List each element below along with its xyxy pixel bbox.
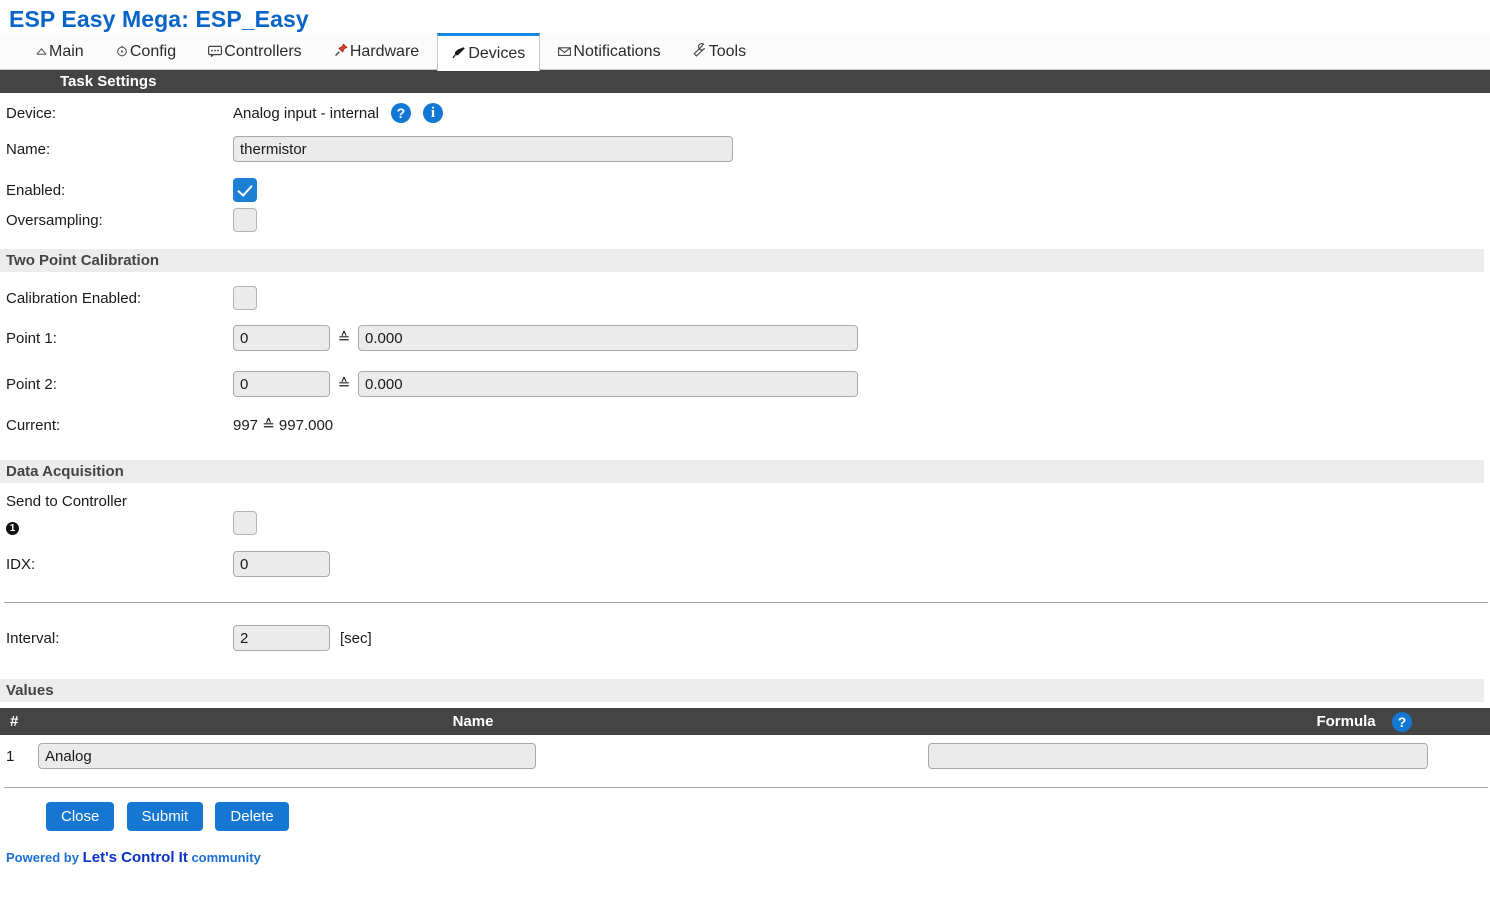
value-name-input[interactable]	[38, 743, 536, 769]
plug-icon	[452, 37, 466, 73]
name-input[interactable]	[233, 136, 733, 162]
point2-label: Point 2:	[6, 375, 57, 393]
two-point-calibration-header: Two Point Calibration	[0, 249, 1484, 272]
chat-bubble-icon	[208, 34, 223, 71]
interval-unit: [sec]	[340, 629, 372, 647]
controller-index-badge: 1	[6, 522, 19, 535]
current-value: 997 ≙ 997.000	[233, 417, 334, 434]
point1-value-input[interactable]	[358, 325, 858, 351]
calibration-enabled-label: Calibration Enabled:	[6, 289, 142, 307]
tab-devices[interactable]: Devices	[437, 33, 541, 73]
tab-controllers[interactable]: Controllers	[194, 33, 315, 70]
current-row: Current: 997 ≙ 997.000	[0, 412, 1490, 438]
tab-devices-label: Devices	[468, 45, 526, 62]
send-to-controller-row: Send to Controller 1	[0, 489, 1490, 547]
footer-prefix: Powered by	[6, 850, 79, 865]
close-button[interactable]: Close	[46, 802, 115, 831]
footer: Powered by Let's Control It community	[0, 831, 1490, 866]
oversampling-label: Oversampling:	[6, 211, 103, 229]
name-label: Name:	[6, 140, 51, 158]
pushpin-icon	[334, 34, 348, 71]
tab-tools-label: Tools	[708, 43, 747, 60]
formula-help-icon[interactable]: ?	[1392, 711, 1412, 732]
device-help-icon[interactable]: ?	[390, 103, 411, 123]
oversampling-checkbox[interactable]	[233, 208, 257, 232]
tab-config-label: Config	[129, 43, 177, 60]
value-row-formula-cell	[928, 743, 1490, 769]
tab-hardware[interactable]: Hardware	[320, 33, 433, 70]
point1-raw-input[interactable]	[233, 325, 330, 351]
footer-suffix: community	[191, 850, 261, 865]
values-header: Values	[0, 679, 1484, 702]
main-navigation-tabs: Main Config Controllers Hardware Devices…	[0, 33, 1490, 73]
enabled-checkbox[interactable]	[233, 178, 257, 202]
home-icon	[36, 34, 47, 71]
envelope-icon	[558, 34, 572, 71]
tab-main-label: Main	[49, 43, 84, 60]
interval-label: Interval:	[6, 629, 60, 647]
current-label: Current:	[6, 416, 61, 434]
tab-hardware-label: Hardware	[349, 43, 420, 60]
tab-tools[interactable]: Tools	[679, 33, 760, 70]
tab-config[interactable]: Config	[102, 33, 190, 70]
value-row-name-cell	[38, 743, 928, 769]
table-row: 1	[0, 735, 1490, 777]
gear-icon	[116, 34, 128, 71]
name-row: Name:	[0, 133, 1490, 165]
enabled-label: Enabled:	[6, 181, 66, 199]
footer-brand[interactable]: Let's Control It	[83, 849, 188, 866]
tab-notifications[interactable]: Notifications	[544, 33, 674, 70]
idx-row: IDX:	[0, 547, 1490, 581]
point2-row: Point 2: ≙	[0, 366, 1490, 402]
wrench-icon	[693, 34, 707, 71]
idx-label: IDX:	[6, 555, 36, 573]
task-settings-header: Task Settings	[0, 70, 1490, 93]
send-to-controller-checkbox[interactable]	[233, 511, 257, 535]
send-to-controller-label-group: Send to Controller 1	[0, 489, 233, 535]
point2-value-input[interactable]	[358, 371, 858, 397]
tab-notifications-label: Notifications	[573, 43, 661, 60]
send-to-controller-label: Send to Controller	[6, 493, 127, 510]
point2-raw-input[interactable]	[233, 371, 330, 397]
calibration-enabled-row: Calibration Enabled:	[0, 282, 1490, 314]
tab-main[interactable]: Main	[22, 33, 98, 70]
value-row-number: 1	[6, 747, 15, 765]
values-column-number: #	[10, 713, 19, 730]
action-button-row: Close Submit Delete	[0, 788, 1490, 831]
tab-controllers-label: Controllers	[224, 43, 302, 60]
values-table-header: # Name Formula ?	[0, 708, 1490, 735]
values-column-formula: Formula ?	[918, 711, 1490, 732]
idx-input[interactable]	[233, 551, 330, 577]
calibration-enabled-checkbox[interactable]	[233, 286, 257, 310]
device-value: Analog input - internal	[233, 104, 379, 122]
enabled-row: Enabled:	[0, 175, 1490, 205]
device-info-icon[interactable]: i	[422, 103, 443, 123]
interval-input[interactable]	[233, 625, 330, 651]
device-row: Device: Analog input - internal ? i	[0, 99, 1490, 127]
value-formula-input[interactable]	[928, 743, 1428, 769]
point1-row: Point 1: ≙	[0, 320, 1490, 356]
values-column-name: Name	[452, 713, 494, 730]
delete-button[interactable]: Delete	[215, 802, 289, 831]
interval-row: Interval: [sec]	[0, 623, 1490, 653]
data-acquisition-header: Data Acquisition	[0, 460, 1484, 483]
oversampling-row: Oversampling:	[0, 205, 1490, 235]
device-label: Device:	[6, 104, 57, 122]
point1-label: Point 1:	[6, 329, 57, 347]
page-title: ESP Easy Mega: ESP_Easy	[9, 6, 309, 32]
point2-equivalence-symbol: ≙	[337, 376, 351, 393]
submit-button[interactable]: Submit	[126, 802, 204, 831]
values-column-formula-label: Formula	[1316, 712, 1376, 730]
point1-equivalence-symbol: ≙	[337, 330, 351, 347]
